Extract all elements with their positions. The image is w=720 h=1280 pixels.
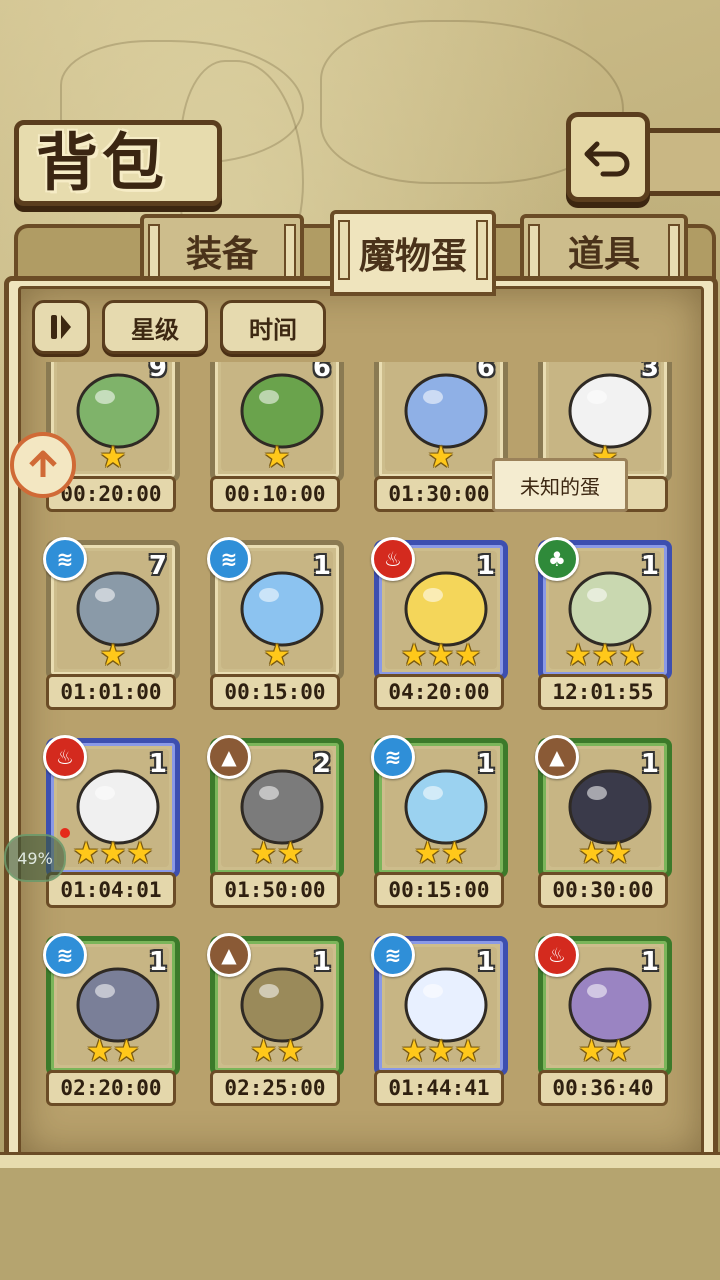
earth-element-icon: ▲	[207, 735, 251, 779]
hatch-timer: 00:15:00	[210, 674, 340, 710]
bottom-background	[0, 1168, 720, 1280]
water-element-icon: ≋	[43, 933, 87, 977]
egg-count: 1	[476, 947, 495, 977]
star-rating: ★★	[414, 836, 468, 871]
hatch-timer: 01:04:01	[46, 872, 176, 908]
tab-label: 道具	[567, 234, 640, 275]
star-rating: ★	[427, 440, 455, 475]
egg-card[interactable]: 6 ★	[374, 362, 508, 482]
star-rating: ★★	[86, 1034, 140, 1069]
egg-count: 1	[640, 551, 659, 581]
water-element-icon: ≋	[43, 537, 87, 581]
notification-dot	[60, 828, 70, 838]
side-menu-button[interactable]	[10, 432, 76, 498]
egg-card[interactable]: 6 ★	[210, 362, 344, 482]
egg-card[interactable]: 1 ★★★ ≋	[371, 933, 508, 1076]
battery-indicator: 49%	[4, 834, 66, 882]
hatch-timer: 01:50:00	[210, 872, 340, 908]
fire-element-icon: ♨	[43, 735, 87, 779]
fire-element-icon: ♨	[371, 537, 415, 581]
egg-card[interactable]: 1 ★★ ▲	[535, 735, 672, 878]
arrow-icon	[29, 450, 57, 477]
back-button[interactable]	[566, 112, 650, 202]
star-rating: ★	[263, 440, 291, 475]
return-arrow-icon	[584, 141, 630, 177]
egg-count: 3	[640, 362, 659, 383]
egg-count: 6	[476, 362, 495, 383]
sort-by-time-button[interactable]: 时间	[220, 300, 326, 354]
water-element-icon: ≋	[207, 537, 251, 581]
star-rating: ★★	[250, 836, 304, 871]
hatch-timer: 12:01:55	[538, 674, 668, 710]
egg-card[interactable]: 7 ★ ≋	[43, 537, 180, 680]
water-element-icon: ≋	[371, 933, 415, 977]
egg-card[interactable]: 1 ★★ ≋	[43, 933, 180, 1076]
star-rating: ★★★	[564, 638, 646, 673]
hatch-timer: 04:20:00	[374, 674, 504, 710]
egg-count: 1	[148, 947, 167, 977]
egg-tooltip: 未知的蛋	[492, 458, 628, 512]
tab-label: 装备	[185, 234, 258, 275]
egg-count: 1	[476, 749, 495, 779]
egg-card[interactable]: 1 ★★ ♨	[535, 933, 672, 1076]
back-button-rail	[640, 128, 720, 196]
hatch-timer: 00:15:00	[374, 872, 504, 908]
star-rating: ★★	[250, 1034, 304, 1069]
earth-element-icon: ▲	[207, 933, 251, 977]
star-rating: ★	[263, 638, 291, 673]
hatch-timer: 02:20:00	[46, 1070, 176, 1106]
sort-toggle-button[interactable]	[32, 300, 90, 354]
egg-card[interactable]: 1 ★★★ ♨	[43, 735, 180, 878]
hatch-timer: 00:10:00	[210, 476, 340, 512]
sort-by-star-button[interactable]: 星级	[102, 300, 208, 354]
egg-card[interactable]: 1 ★★★ ♨	[371, 537, 508, 680]
star-rating: ★★★	[400, 638, 482, 673]
egg-count: 1	[148, 749, 167, 779]
page-title: 背包	[36, 126, 169, 199]
hatch-timer: 02:25:00	[210, 1070, 340, 1106]
star-rating: ★★★	[72, 836, 154, 871]
hatch-timer: 01:30:00	[374, 476, 504, 512]
star-rating: ★★★	[400, 1034, 482, 1069]
star-rating: ★	[99, 638, 127, 673]
egg-count: 1	[312, 947, 331, 977]
egg-count: 9	[148, 362, 167, 383]
egg-card[interactable]: 2 ★★ ▲	[207, 735, 344, 878]
star-rating: ★★	[578, 1034, 632, 1069]
egg-count: 6	[312, 362, 331, 383]
egg-card[interactable]: 1 ★ ≋	[207, 537, 344, 680]
egg-card[interactable]: 1 ★★ ▲	[207, 933, 344, 1076]
wood-element-icon: ♣	[535, 537, 579, 581]
egg-count: 2	[312, 749, 331, 779]
earth-element-icon: ▲	[535, 735, 579, 779]
pause-sort-icon	[51, 315, 71, 339]
egg-count: 1	[640, 749, 659, 779]
egg-count: 1	[312, 551, 331, 581]
water-element-icon: ≋	[371, 735, 415, 779]
fire-element-icon: ♨	[535, 933, 579, 977]
egg-count: 1	[640, 947, 659, 977]
tab-label: 魔物蛋	[358, 236, 467, 277]
egg-card[interactable]: 1 ★★ ≋	[371, 735, 508, 878]
tab-monster-eggs[interactable]: 魔物蛋	[330, 210, 496, 296]
hatch-timer: 01:01:00	[46, 674, 176, 710]
egg-count: 1	[476, 551, 495, 581]
hatch-timer: 00:36:40	[538, 1070, 668, 1106]
egg-count: 7	[148, 551, 167, 581]
hatch-timer: 00:30:00	[538, 872, 668, 908]
hatch-timer: 01:44:41	[374, 1070, 504, 1106]
egg-card[interactable]: 1 ★★★ ♣	[535, 537, 672, 680]
star-rating: ★★	[578, 836, 632, 871]
